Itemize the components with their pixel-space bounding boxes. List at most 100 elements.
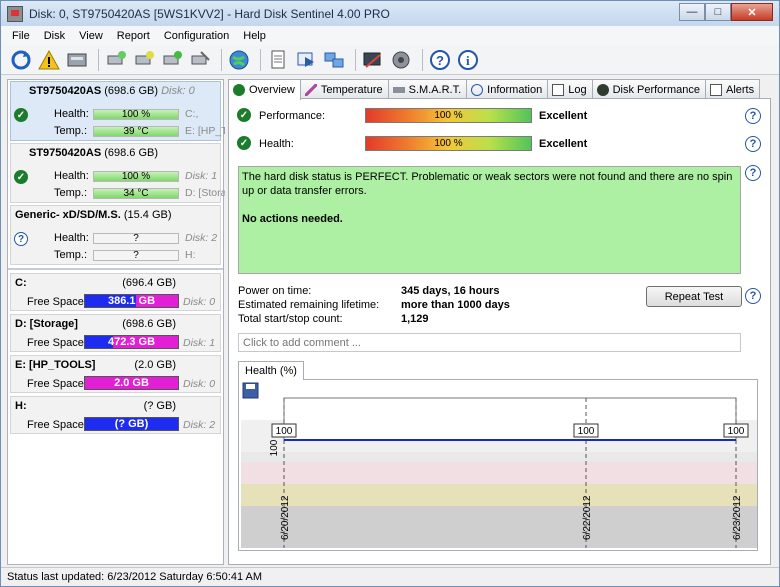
tab-label: Information — [487, 83, 543, 96]
startstop-value: 1,129 — [401, 313, 429, 325]
temp-bar: 39 °C — [93, 126, 179, 137]
options-icon[interactable] — [361, 48, 385, 72]
tab-log[interactable]: Log — [547, 79, 593, 99]
toolbar-separator — [221, 48, 222, 71]
sound-icon[interactable] — [389, 48, 413, 72]
performance-bar: 100 % — [365, 108, 532, 123]
health-bar: ? — [93, 233, 179, 244]
status-description: The hard disk status is PERFECT. Problem… — [238, 166, 741, 274]
free-space-label: Free Space — [27, 337, 84, 349]
tab-label: Temperature — [320, 83, 383, 96]
power-on-label: Power on time: — [238, 285, 312, 297]
disk-partitions: C:, — [185, 108, 199, 120]
disk-partitions: D: [Storag — [185, 187, 225, 199]
partition-size: (? GB) — [143, 400, 176, 412]
menu-file[interactable]: File — [5, 30, 37, 42]
disk-list-panel: ST9750420AS (698.6 GB) Disk: 0 ✓ Health:… — [7, 79, 225, 565]
health-label: Health: — [259, 138, 294, 150]
repeat-test-button[interactable]: Repeat Test — [646, 286, 742, 307]
send-report-icon[interactable] — [294, 48, 318, 72]
info-icon[interactable]: i — [456, 48, 480, 72]
window-title: Disk: 0, ST9750420AS [5WS1KVV2] - Hard D… — [29, 6, 390, 21]
web-icon[interactable] — [227, 48, 251, 72]
disk-tools-icon[interactable] — [188, 48, 212, 72]
help-icon[interactable]: ? — [745, 108, 761, 124]
partition-item[interactable]: D: [Storage] (698.6 GB) Free Space 472.3… — [10, 314, 221, 352]
free-space-bar: 2.0 GB — [84, 376, 179, 390]
partition-disk: Disk: 2 — [183, 419, 216, 431]
health-chart: 100 100 100 100 6/20/2012 6/22/2012 6/23/2012 — [241, 382, 757, 548]
toolbar-separator — [98, 48, 99, 71]
tab-temperature[interactable]: Temperature — [299, 79, 389, 99]
disk-icon[interactable] — [65, 48, 89, 72]
free-space-label: Free Space — [27, 419, 84, 431]
band-critical — [241, 506, 757, 548]
tab-smart[interactable]: S.M.A.R.T. — [387, 79, 468, 99]
overview-panel: ✓ Performance: 100 % Excellent ? ✓ Healt… — [228, 98, 771, 565]
menu-configuration[interactable]: Configuration — [157, 30, 236, 42]
maximize-button[interactable]: □ — [705, 3, 731, 21]
performance-rating: Excellent — [539, 110, 588, 122]
partition-name: D: [Storage] — [15, 318, 78, 330]
help-icon[interactable]: ? — [428, 48, 452, 72]
x-tick-label: 6/20/2012 — [280, 495, 291, 540]
disk-index: Disk: 1 — [185, 170, 218, 182]
disk-name: ST9750420AS (698.6 GB) Disk: 0 — [29, 85, 195, 97]
partition-name: H: — [15, 400, 27, 412]
disk-item[interactable]: ST9750420AS (698.6 GB) Disk: 0 ✓ Health:… — [10, 81, 225, 141]
partition-item[interactable]: E: [HP_TOOLS] (2.0 GB) Free Space 2.0 GB… — [10, 355, 221, 393]
disk-partitions-2: E: [HP_TO — [185, 125, 225, 137]
disk-item[interactable]: Generic- xD/SD/M.S. (15.4 GB) ? Health: … — [10, 205, 221, 265]
info-icon — [471, 83, 484, 96]
status-bar: Status last updated: 6/23/2012 Saturday … — [1, 567, 779, 586]
toolbar-separator — [260, 48, 261, 71]
menu-disk[interactable]: Disk — [37, 30, 72, 42]
network-icon[interactable] — [322, 48, 346, 72]
disk-health-icon[interactable] — [104, 48, 128, 72]
report-icon[interactable] — [266, 48, 290, 72]
partition-size: (2.0 GB) — [134, 359, 176, 371]
svg-text:i: i — [466, 53, 470, 68]
help-icon[interactable]: ? — [745, 136, 761, 152]
power-on-value: 345 days, 16 hours — [401, 285, 500, 297]
help-icon[interactable]: ? — [745, 165, 761, 181]
partition-item[interactable]: H: (? GB) Free Space (? GB) Disk: 2 — [10, 396, 221, 434]
partition-name: C: — [15, 277, 27, 289]
menu-bar: File Disk View Report Configuration Help — [1, 26, 779, 45]
disk-name: Generic- xD/SD/M.S. (15.4 GB) — [15, 209, 172, 221]
partition-item[interactable]: C: (696.4 GB) Free Space 386.1 GB Disk: … — [10, 273, 221, 311]
tab-information[interactable]: Information — [466, 79, 549, 99]
disk-item[interactable]: ST9750420AS (698.6 GB) ✓ Health: 100 % D… — [10, 143, 225, 203]
temp-label: Temp.: — [54, 125, 88, 137]
comment-input[interactable] — [238, 333, 741, 352]
menu-report[interactable]: Report — [110, 30, 157, 42]
help-icon[interactable]: ? — [745, 288, 761, 304]
toolbar-separator — [355, 48, 356, 71]
band-poor — [241, 484, 757, 506]
free-space-bar: 472.3 GB — [84, 335, 179, 349]
warning-icon[interactable] — [37, 48, 61, 72]
tab-health-graph[interactable]: Health (%) — [238, 361, 304, 380]
tab-alerts[interactable]: Alerts — [704, 79, 761, 99]
disk-index: Disk: 2 — [185, 232, 218, 244]
minimize-button[interactable]: — — [679, 3, 705, 21]
lifetime-value: more than 1000 days — [401, 299, 510, 311]
disk-test-icon[interactable] — [132, 48, 156, 72]
disk-surface-icon[interactable] — [160, 48, 184, 72]
menu-help[interactable]: Help — [236, 30, 273, 42]
performance-label: Performance: — [259, 110, 326, 122]
health-label: Health: — [54, 108, 89, 120]
close-button[interactable]: ✕ — [731, 3, 773, 21]
tab-disk-performance[interactable]: Disk Performance — [591, 79, 706, 99]
health-label: Health: — [54, 170, 89, 182]
refresh-icon[interactable] — [9, 48, 33, 72]
toolbar: ? i — [1, 45, 779, 75]
speedometer-icon — [596, 83, 609, 96]
check-icon: ✓ — [237, 136, 251, 150]
menu-view[interactable]: View — [72, 30, 110, 42]
partition-size: (698.6 GB) — [122, 318, 176, 330]
lifetime-label: Estimated remaining lifetime: — [238, 299, 380, 311]
tab-label: Log — [568, 83, 587, 96]
tab-overview[interactable]: Overview — [228, 79, 301, 100]
ok-status-icon: ✓ — [14, 108, 28, 122]
